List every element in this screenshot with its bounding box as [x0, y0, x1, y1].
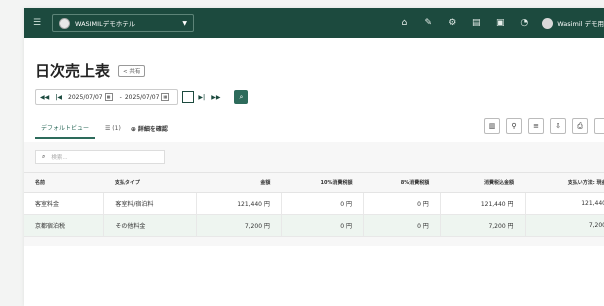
- settings-icon[interactable]: ⚙: [440, 18, 464, 28]
- calendar-icon[interactable]: ▦: [161, 93, 170, 101]
- calendar-button[interactable]: [182, 91, 195, 103]
- table-cell: 0 円: [363, 214, 441, 237]
- column-header[interactable]: 消費税込金額: [440, 172, 526, 193]
- table-row[interactable]: 客室料金 客室料/宿泊料 121,440 円 0 円 0 円 121,440 円…: [24, 192, 604, 215]
- search-placeholder: 検索...: [51, 155, 68, 161]
- calendar-icon[interactable]: ▣: [488, 18, 512, 28]
- column-header[interactable]: 8%消費税額: [363, 172, 441, 193]
- print-icon[interactable]: ⎙: [572, 118, 588, 134]
- table-cell: 客室料金: [24, 192, 105, 215]
- table-cell: 0 円: [281, 214, 365, 237]
- table-cell: 0 円: [363, 192, 441, 215]
- table-cell: その他料金: [103, 214, 198, 237]
- home-icon[interactable]: ⌂: [392, 18, 416, 28]
- top-icons: ⌂ ✎ ⚙ ▤ ▣ ◔ Wasimil デモ用: [392, 8, 604, 38]
- column-header[interactable]: 10%消費税額: [281, 172, 364, 193]
- table-cell: 7,200 円: [196, 214, 282, 237]
- chevron-down-icon: ▼: [182, 19, 187, 27]
- top-bar: ☰ WASIMILデモホテル ▼ ⌂ ✎ ⚙ ▤ ▣ ◔ Wasimil デモ用: [24, 8, 604, 38]
- table-cell: 7,200 円: [440, 214, 526, 237]
- date-range-picker: ◀◀ |◀ 2025/07/07 ▦ - 2025/07/07 ▦: [35, 89, 179, 105]
- prev-month-icon[interactable]: ◀◀: [40, 94, 49, 101]
- hotel-logo-icon: [59, 17, 70, 29]
- details-button[interactable]: ⊕ 詳細を確認: [131, 124, 168, 133]
- table-header-row: 名前 支払タイプ 金額 10%消費税額 8%消費税額 消費税込金額 支払い方法:…: [24, 172, 604, 193]
- view-toolbar: デフォルトビュー ☰ (1) ⊕ 詳細を確認 ▥ ⚲ ≡ ⇩ ⎙: [24, 118, 604, 139]
- calendar-icon[interactable]: ▦: [104, 93, 113, 101]
- table-cell: 7,200: [525, 214, 604, 237]
- hotel-selector[interactable]: WASIMILデモホテル ▼: [52, 14, 194, 32]
- table-cell: 121,440: [525, 192, 604, 215]
- filter-icon[interactable]: ⚲: [506, 118, 522, 134]
- page: ☰ WASIMILデモホテル ▼ ⌂ ✎ ⚙ ▤ ▣ ◔ Wasimil デモ用…: [0, 0, 604, 306]
- next-month-icon[interactable]: ▶▶: [211, 94, 220, 101]
- share-button[interactable]: < 共有: [118, 64, 146, 77]
- filter-button[interactable]: ☰ (1): [105, 125, 121, 132]
- user-menu[interactable]: Wasimil デモ用: [542, 17, 604, 29]
- list-icon[interactable]: ≡: [528, 118, 544, 134]
- download-icon[interactable]: ⇩: [550, 118, 566, 134]
- column-header[interactable]: 名前: [24, 172, 104, 193]
- document-icon[interactable]: ▤: [464, 18, 488, 28]
- app-window: ☰ WASIMILデモホテル ▼ ⌂ ✎ ⚙ ▤ ▣ ◔ Wasimil デモ用…: [24, 8, 604, 306]
- page-title: 日次売上表: [35, 62, 111, 80]
- menu-icon[interactable]: ☰: [30, 16, 44, 30]
- hotel-name: WASIMILデモホテル: [75, 20, 136, 28]
- table-cell: 121,440 円: [196, 192, 282, 215]
- sales-table: 名前 支払タイプ 金額 10%消費税額 8%消費税額 消費税込金額 支払い方法:…: [24, 172, 604, 237]
- date-range-row: ◀◀ |◀ 2025/07/07 ▦ - 2025/07/07 ▦ ▶| ▶▶ …: [35, 89, 604, 105]
- next-day-icon[interactable]: ▶|: [198, 94, 205, 101]
- start-date[interactable]: 2025/07/07: [68, 94, 103, 101]
- search-button[interactable]: ⌕: [234, 90, 249, 104]
- avatar: [542, 17, 554, 29]
- title-row: 日次売上表 < 共有: [35, 60, 604, 81]
- more-icon[interactable]: [594, 118, 604, 134]
- column-header[interactable]: 金額: [196, 172, 282, 193]
- table-cell: 121,440 円: [440, 192, 526, 215]
- search-icon: ⌕: [42, 153, 46, 160]
- table-cell: 客室料/宿泊料: [103, 192, 198, 215]
- table-empty-area: [24, 246, 604, 306]
- table-row[interactable]: 京都宿泊税 その他料金 7,200 円 0 円 0 円 7,200 円 7,20…: [24, 214, 604, 237]
- tools-icon[interactable]: ✎: [416, 18, 440, 28]
- date-separator: -: [119, 93, 122, 101]
- column-header[interactable]: 支払タイプ: [103, 172, 197, 193]
- table-cell: 0 円: [281, 192, 365, 215]
- toolbar-icons: ▥ ⚲ ≡ ⇩ ⎙: [478, 118, 604, 134]
- prev-day-icon[interactable]: |◀: [55, 94, 62, 101]
- column-header[interactable]: 支払い方法: 現金: [525, 172, 604, 193]
- columns-icon[interactable]: ▥: [484, 118, 500, 134]
- bell-icon[interactable]: ◔: [512, 18, 536, 28]
- user-name: Wasimil デモ用: [557, 20, 604, 28]
- search-input[interactable]: ⌕ 検索...: [35, 150, 165, 164]
- tab-default-view[interactable]: デフォルトビュー: [35, 118, 96, 139]
- end-date[interactable]: 2025/07/07: [125, 94, 160, 101]
- table-cell: 京都宿泊税: [24, 214, 105, 237]
- table-area: ⌕ 検索... 名前 支払タイプ 金額 10%消費税額 8%消費税額 消費税込金…: [24, 142, 604, 306]
